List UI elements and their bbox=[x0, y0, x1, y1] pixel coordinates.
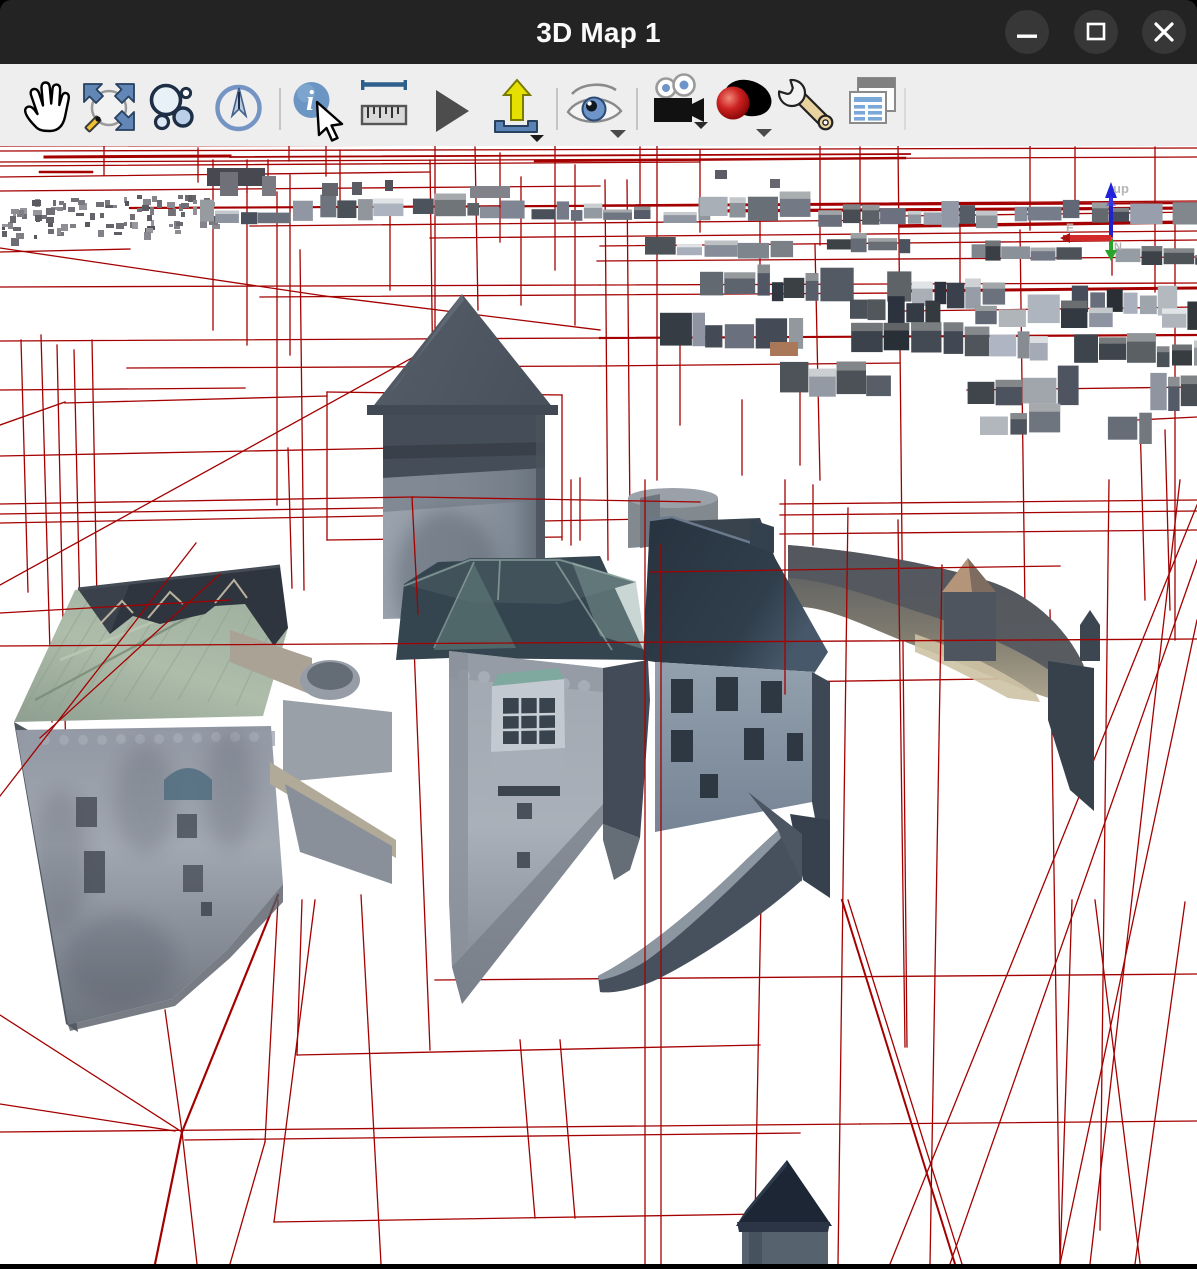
svg-text:E: E bbox=[1066, 221, 1074, 235]
svg-text:up: up bbox=[1113, 181, 1129, 196]
svg-text:N: N bbox=[1114, 241, 1122, 253]
svg-text:i: i bbox=[306, 85, 314, 117]
